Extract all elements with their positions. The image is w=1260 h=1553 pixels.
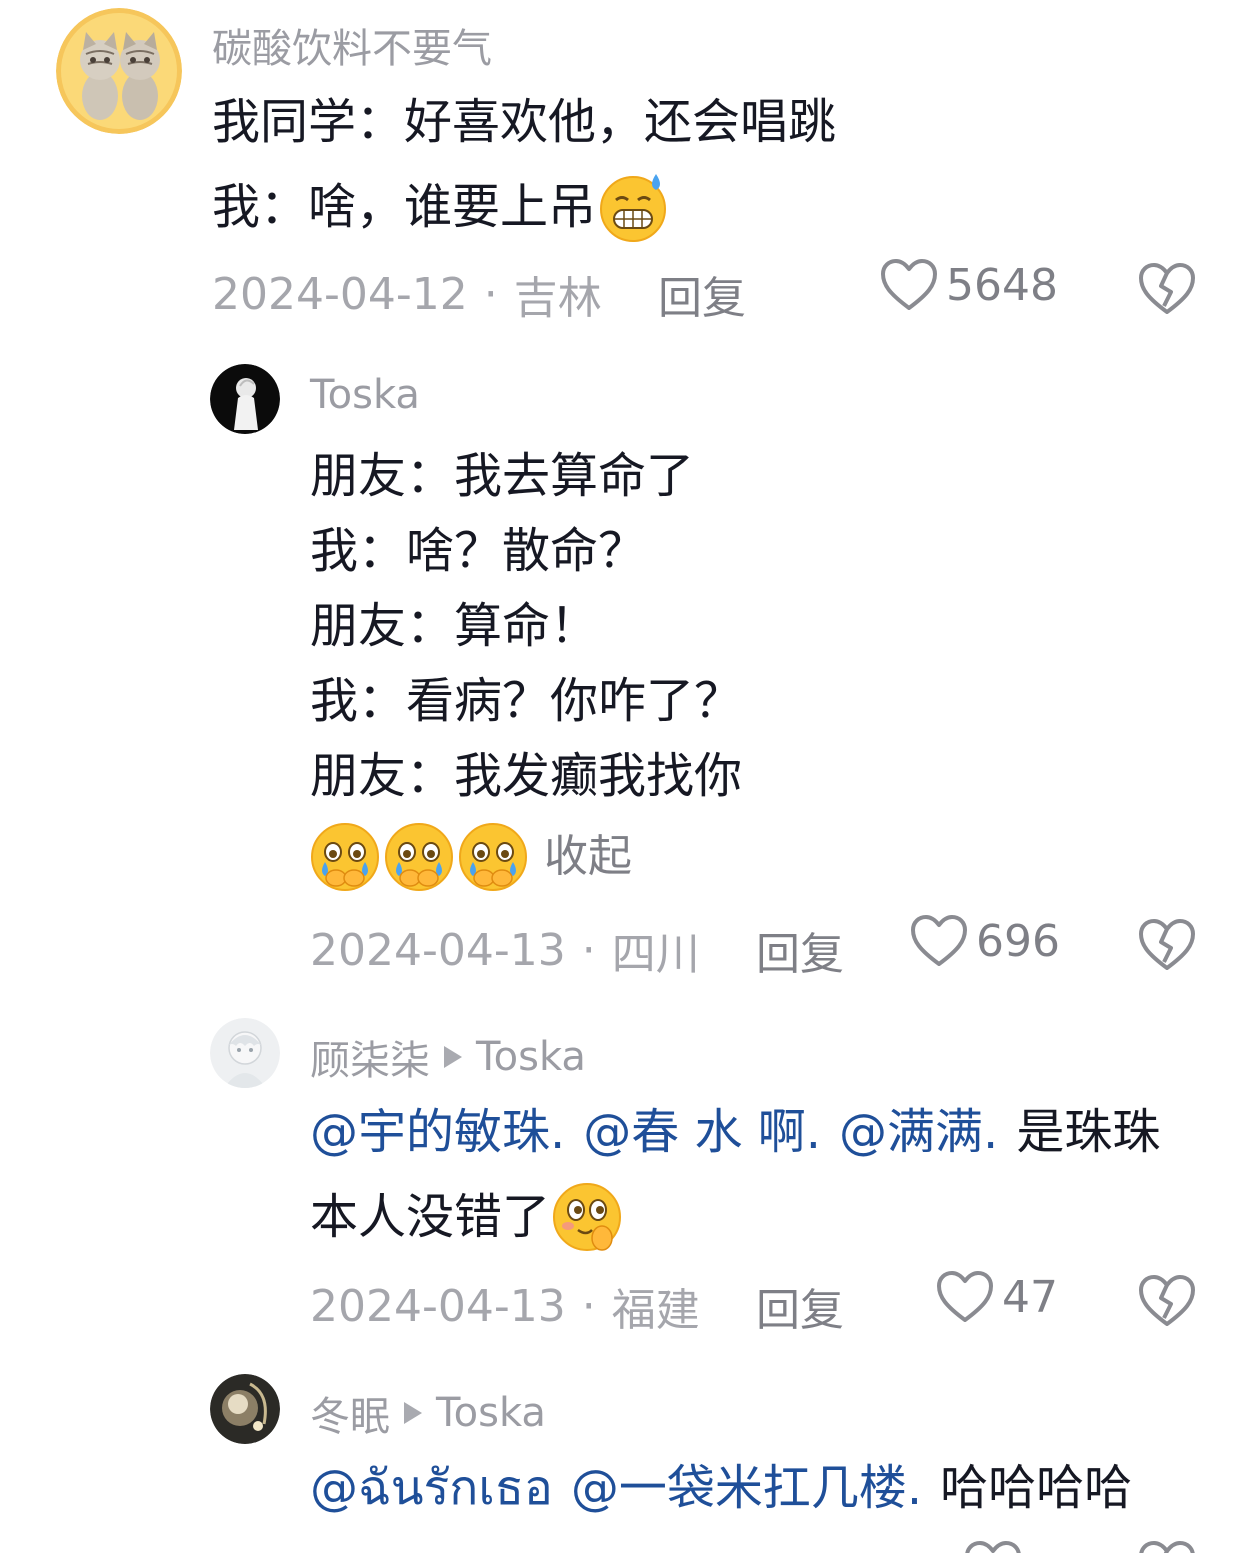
reply-arrow-icon — [444, 1046, 462, 1068]
mention-link[interactable]: @满满. — [839, 1102, 998, 1162]
crying-emoji-icon — [385, 823, 453, 891]
reply-button[interactable]: 回复 — [756, 1274, 844, 1338]
avatar[interactable] — [210, 364, 280, 434]
grin-sweat-emoji-icon — [600, 174, 667, 242]
username-text[interactable]: 顾柒柒 — [310, 1028, 430, 1086]
broken-heart-icon[interactable] — [1138, 1540, 1196, 1553]
username-text[interactable]: 碳酸饮料不要气 — [212, 16, 492, 74]
like-count: 696 — [976, 915, 1060, 967]
reply-to-username[interactable]: Toska — [436, 1390, 546, 1436]
collapse-button[interactable]: 收起 — [544, 827, 632, 887]
comment-location: 福建 — [611, 1285, 700, 1336]
crying-emoji-icon — [459, 823, 527, 891]
mention-link[interactable]: @宇的敏珠. — [310, 1102, 565, 1162]
comment-text-line: 朋友：我去算命了 — [310, 448, 695, 504]
avatar[interactable] — [56, 8, 182, 134]
username-text[interactable]: Toska — [310, 372, 420, 418]
comment-location: 吉林 — [513, 273, 602, 324]
heart-icon — [881, 259, 937, 310]
comment-text-line: 朋友：我发癫我找你 — [310, 748, 743, 804]
broken-heart-icon[interactable] — [1138, 262, 1196, 316]
username-text[interactable]: 冬眠 — [310, 1384, 390, 1442]
comment-username: 顾柒柒 Toska — [310, 1028, 586, 1086]
heart-icon — [911, 915, 967, 966]
heart-icon — [937, 1271, 993, 1322]
reply-arrow-icon — [404, 1402, 422, 1424]
comment-text-line: 我：看病？你咋了？ — [310, 673, 743, 729]
comment-text-line: @ฉันรักเธอ @一袋米扛几楼. 哈哈哈哈 — [310, 1458, 1133, 1518]
avatar[interactable] — [210, 1018, 280, 1088]
mention-link[interactable]: @ฉันรักเธอ — [310, 1458, 553, 1518]
comment-username: 冬眠 Toska — [310, 1384, 546, 1442]
comment-text-line: 我同学：好喜欢他，还会唱跳 — [212, 94, 837, 150]
reply-to-username[interactable]: Toska — [476, 1034, 586, 1080]
like-button[interactable] — [964, 1540, 1022, 1553]
comment-location: 四川 — [611, 929, 700, 980]
shy-emoji-icon — [553, 1183, 622, 1251]
like-button[interactable]: 5648 — [880, 258, 1058, 312]
comment-list: 碳酸饮料不要气 我同学：好喜欢他，还会唱跳 我：啥，谁要上吊 2024-04-1… — [0, 0, 1260, 1553]
comment-text-line: 我：啥，谁要上吊 — [212, 170, 670, 244]
avatar[interactable] — [210, 1374, 280, 1444]
comment-date: 2024-04-12 — [212, 268, 468, 320]
comment-text-line: @宇的敏珠. @春 水 啊. @满满. 是珠珠 — [310, 1102, 1161, 1162]
comment-meta: 2024-04-13 · 四川 — [310, 918, 700, 982]
comment-date: 2024-04-13 — [310, 1280, 566, 1332]
comment-username[interactable]: Toska — [310, 372, 420, 418]
mention-link[interactable]: @一袋米扛几楼. — [571, 1458, 922, 1518]
reply-button[interactable]: 回复 — [756, 918, 844, 982]
crying-emoji-icon — [311, 823, 379, 891]
like-count: 47 — [1002, 1271, 1058, 1323]
like-count: 5648 — [946, 259, 1058, 311]
mention-link[interactable]: @春 水 啊. — [583, 1102, 821, 1162]
like-button[interactable]: 696 — [910, 914, 1060, 968]
heart-icon — [965, 1541, 1021, 1553]
emoji-row: 收起 — [308, 820, 632, 894]
like-button[interactable]: 47 — [936, 1270, 1058, 1324]
reply-button[interactable]: 回复 — [658, 262, 746, 326]
comment-meta: 2024-04-13 · 福建 — [310, 1274, 700, 1338]
comment-meta: 2024-04-12 · 吉林 — [212, 262, 602, 326]
comment-username[interactable]: 碳酸饮料不要气 — [212, 16, 492, 74]
comment-text-line: 朋友：算命！ — [310, 598, 599, 654]
comment-text-line: 本人没错了 — [310, 1180, 624, 1254]
comment-date: 2024-04-13 — [310, 924, 566, 976]
broken-heart-icon[interactable] — [1138, 1274, 1196, 1328]
broken-heart-icon[interactable] — [1138, 918, 1196, 972]
comment-text-line: 我：啥？散命？ — [310, 523, 647, 579]
